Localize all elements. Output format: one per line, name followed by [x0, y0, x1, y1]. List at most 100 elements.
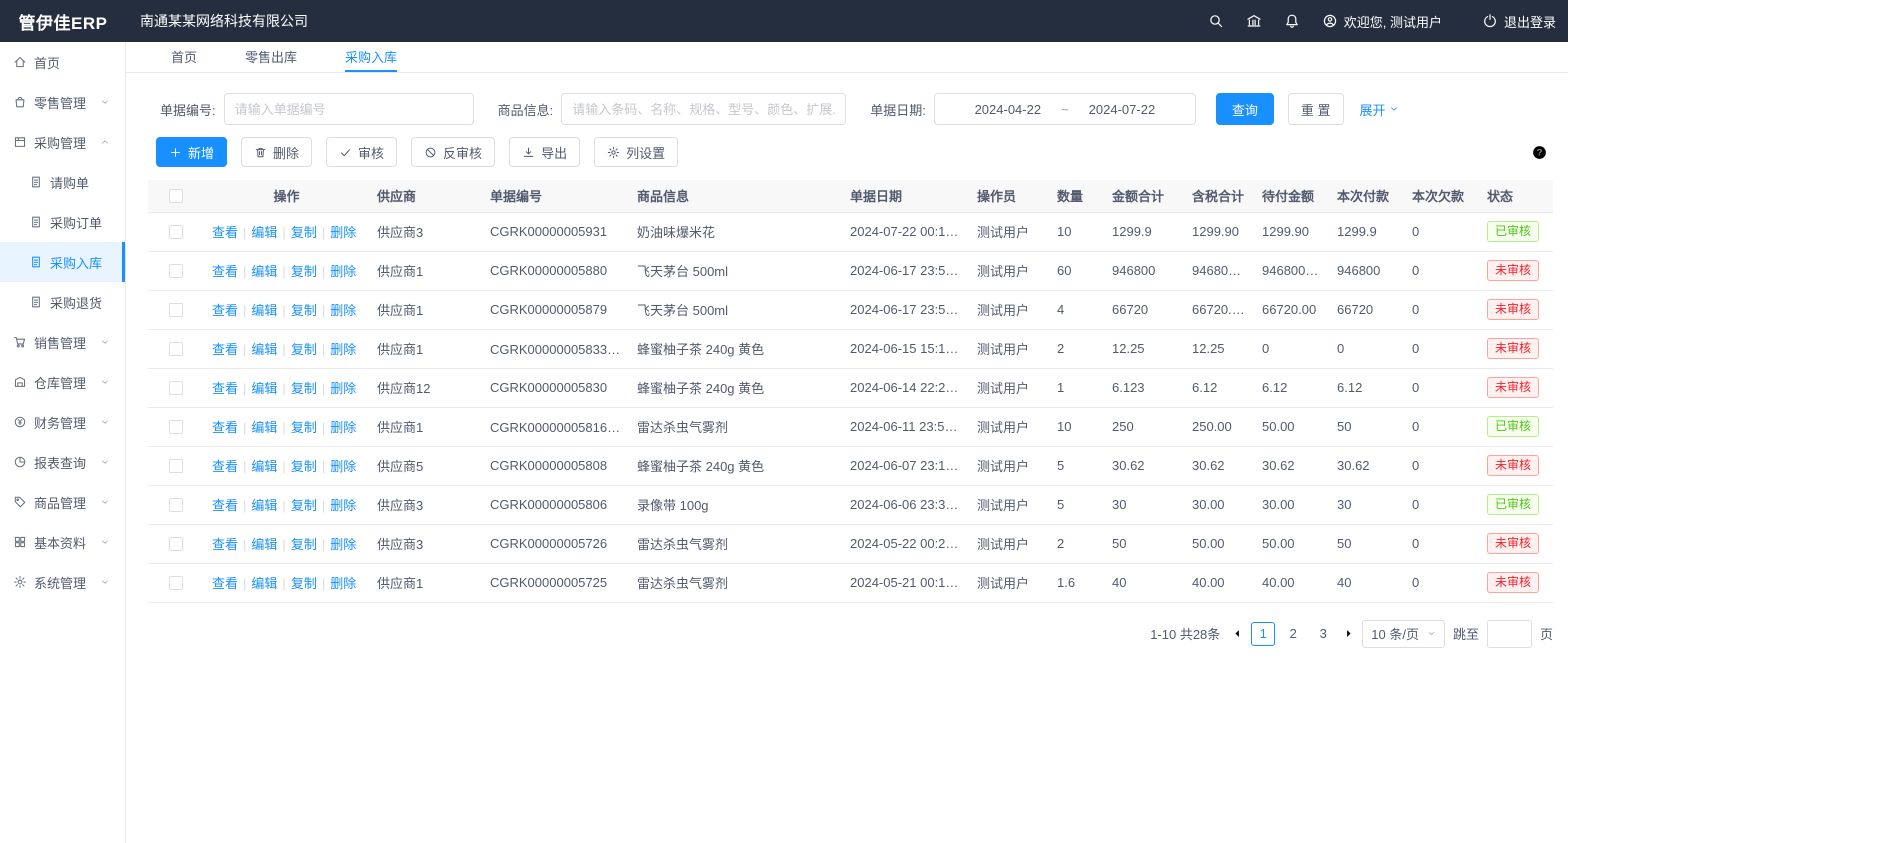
- date-to-value[interactable]: 2024-07-22: [1089, 102, 1156, 117]
- row-action-edit[interactable]: 编辑: [251, 537, 277, 552]
- sidebar-item-report[interactable]: 报表查询: [0, 442, 125, 482]
- row-action-edit[interactable]: 编辑: [251, 264, 277, 279]
- row-action-copy[interactable]: 复制: [291, 576, 317, 591]
- row-action-delete[interactable]: 删除: [330, 381, 356, 396]
- row-action-delete[interactable]: 删除: [330, 420, 356, 435]
- select-all-checkbox[interactable]: [169, 189, 183, 203]
- row-checkbox[interactable]: [169, 381, 183, 395]
- sidebar-item-purchase[interactable]: 采购管理: [0, 122, 125, 162]
- row-checkbox[interactable]: [169, 498, 183, 512]
- sidebar-item-purchase-return[interactable]: 采购退货: [0, 282, 125, 322]
- tab-purchase-inbound[interactable]: 采购入库: [345, 42, 397, 72]
- row-action-edit[interactable]: 编辑: [251, 342, 277, 357]
- row-action-edit[interactable]: 编辑: [251, 576, 277, 591]
- page-size-select[interactable]: 10 条/页: [1362, 620, 1445, 648]
- row-action-delete[interactable]: 删除: [330, 225, 356, 240]
- bank-icon[interactable]: [1246, 13, 1262, 29]
- next-page-icon[interactable]: [1343, 628, 1354, 639]
- cell-operator: 测试用户: [969, 563, 1049, 602]
- row-action-copy[interactable]: 复制: [291, 342, 317, 357]
- jump-page-input[interactable]: [1487, 620, 1532, 648]
- row-checkbox[interactable]: [169, 225, 183, 239]
- row-action-edit[interactable]: 编辑: [251, 381, 277, 396]
- row-checkbox[interactable]: [169, 420, 183, 434]
- sidebar-item-sales[interactable]: 销售管理: [0, 322, 125, 362]
- search-icon[interactable]: [1208, 13, 1224, 29]
- row-action-delete[interactable]: 删除: [330, 303, 356, 318]
- date-range-picker[interactable]: 2024-04-22 ~ 2024-07-22: [934, 93, 1196, 125]
- prev-page-icon[interactable]: [1232, 628, 1243, 639]
- page-1[interactable]: 1: [1251, 622, 1275, 646]
- row-action-view[interactable]: 查看: [212, 420, 238, 435]
- page-2[interactable]: 2: [1281, 622, 1305, 646]
- row-action-copy[interactable]: 复制: [291, 225, 317, 240]
- delete-button[interactable]: 删除: [241, 137, 312, 167]
- add-button[interactable]: 新增: [156, 137, 227, 167]
- row-action-edit[interactable]: 编辑: [251, 498, 277, 513]
- row-action-copy[interactable]: 复制: [291, 381, 317, 396]
- sidebar-item-purchase-inbound[interactable]: 采购入库: [0, 242, 125, 282]
- cell-goods-info: 蜂蜜柚子茶 240g 黄色: [629, 446, 842, 485]
- tab-retail-outbound[interactable]: 零售出库: [245, 42, 297, 72]
- row-action-delete[interactable]: 删除: [330, 537, 356, 552]
- bell-icon[interactable]: [1284, 13, 1300, 29]
- date-label: 单据日期:: [870, 100, 926, 119]
- bill-no-input[interactable]: [224, 93, 474, 125]
- row-action-edit[interactable]: 编辑: [251, 303, 277, 318]
- row-checkbox[interactable]: [169, 537, 183, 551]
- sidebar-item-purchase-request[interactable]: 请购单: [0, 162, 125, 202]
- sidebar-item-base-data[interactable]: 基本资料: [0, 522, 125, 562]
- sidebar-item-finance[interactable]: 财务管理: [0, 402, 125, 442]
- expand-link[interactable]: 展开: [1360, 100, 1399, 119]
- sidebar-item-purchase-order[interactable]: 采购订单: [0, 202, 125, 242]
- doc-icon: [29, 295, 43, 309]
- date-from-value[interactable]: 2024-04-22: [975, 102, 1042, 117]
- export-button[interactable]: 导出: [509, 137, 580, 167]
- row-action-copy[interactable]: 复制: [291, 537, 317, 552]
- welcome-user[interactable]: 欢迎您, 测试用户: [1322, 12, 1442, 31]
- reset-button[interactable]: 重 置: [1288, 93, 1344, 125]
- row-action-view[interactable]: 查看: [212, 225, 238, 240]
- row-action-view[interactable]: 查看: [212, 342, 238, 357]
- row-action-view[interactable]: 查看: [212, 459, 238, 474]
- app-window: 管伊佳ERP 南通某某网络科技有限公司 欢迎您, 测试用户 退出登录 首页零售管…: [0, 0, 1568, 843]
- row-action-copy[interactable]: 复制: [291, 498, 317, 513]
- goods-input[interactable]: [561, 93, 846, 125]
- row-action-delete[interactable]: 删除: [330, 498, 356, 513]
- search-button[interactable]: 查询: [1216, 93, 1274, 125]
- row-checkbox[interactable]: [169, 459, 183, 473]
- row-action-view[interactable]: 查看: [212, 381, 238, 396]
- row-action-copy[interactable]: 复制: [291, 303, 317, 318]
- row-action-delete[interactable]: 删除: [330, 459, 356, 474]
- row-action-view[interactable]: 查看: [212, 498, 238, 513]
- row-action-view[interactable]: 查看: [212, 264, 238, 279]
- help-icon[interactable]: ?: [1531, 144, 1548, 161]
- row-action-view[interactable]: 查看: [212, 576, 238, 591]
- page-3[interactable]: 3: [1311, 622, 1335, 646]
- row-action-edit[interactable]: 编辑: [251, 459, 277, 474]
- column-settings-button[interactable]: 列设置: [594, 137, 678, 167]
- audit-button[interactable]: 审核: [326, 137, 397, 167]
- tab-home[interactable]: 首页: [171, 42, 197, 72]
- unaudit-button[interactable]: 反审核: [411, 137, 495, 167]
- row-action-delete[interactable]: 删除: [330, 576, 356, 591]
- row-action-view[interactable]: 查看: [212, 303, 238, 318]
- row-checkbox[interactable]: [169, 303, 183, 317]
- row-action-copy[interactable]: 复制: [291, 420, 317, 435]
- sidebar-item-warehouse[interactable]: 仓库管理: [0, 362, 125, 402]
- row-action-view[interactable]: 查看: [212, 537, 238, 552]
- row-checkbox[interactable]: [169, 342, 183, 356]
- logout-button[interactable]: 退出登录: [1482, 12, 1556, 31]
- sidebar-item-home[interactable]: 首页: [0, 42, 125, 82]
- sidebar-item-retail[interactable]: 零售管理: [0, 82, 125, 122]
- row-checkbox[interactable]: [169, 264, 183, 278]
- row-action-delete[interactable]: 删除: [330, 264, 356, 279]
- row-action-edit[interactable]: 编辑: [251, 420, 277, 435]
- row-action-delete[interactable]: 删除: [330, 342, 356, 357]
- row-action-copy[interactable]: 复制: [291, 264, 317, 279]
- sidebar-item-goods[interactable]: 商品管理: [0, 482, 125, 522]
- sidebar-item-system[interactable]: 系统管理: [0, 562, 125, 602]
- row-checkbox[interactable]: [169, 576, 183, 590]
- row-action-edit[interactable]: 编辑: [251, 225, 277, 240]
- row-action-copy[interactable]: 复制: [291, 459, 317, 474]
